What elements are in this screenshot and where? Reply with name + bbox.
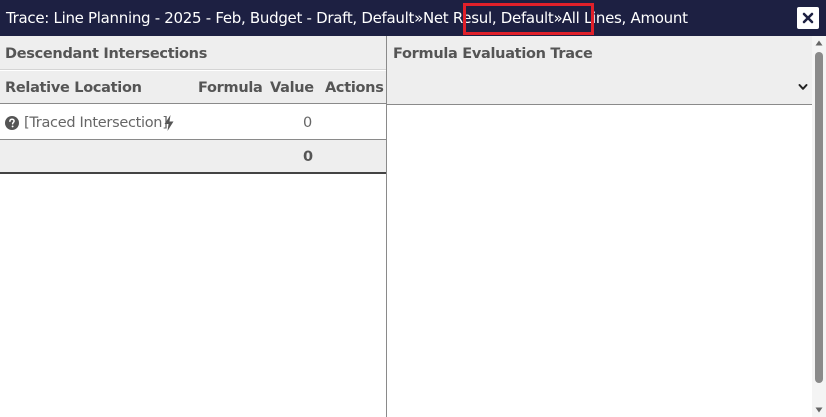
close-button[interactable]	[797, 7, 819, 29]
dialog-titlebar: Trace: Line Planning - 2025 - Feb, Budge…	[0, 0, 826, 36]
column-header-actions[interactable]: Actions	[325, 80, 384, 96]
descendant-intersections-title: Descendant Intersections	[0, 36, 386, 70]
question-circle-icon[interactable]	[5, 116, 19, 130]
column-header-relative-location[interactable]: Relative Location	[5, 80, 142, 96]
table-row[interactable]: [Traced Intersection] 0	[0, 105, 386, 140]
column-header-value[interactable]: Value	[270, 80, 314, 96]
vertical-scrollbar[interactable]	[812, 36, 826, 417]
dialog-title-suffix: Amount	[626, 9, 688, 27]
total-value: 0	[303, 149, 314, 165]
scroll-up-arrow-icon[interactable]	[815, 39, 823, 47]
scrollbar-thumb[interactable]	[815, 52, 823, 383]
scroll-down-arrow-icon[interactable]	[815, 406, 823, 414]
dialog-title-highlighted-segment: , Default»All Lines,	[491, 9, 627, 27]
lightning-bolt-icon[interactable]	[164, 115, 174, 131]
column-header-formula[interactable]: Formula	[198, 80, 263, 96]
close-icon	[802, 12, 814, 24]
dialog-title-prefix: Trace: Line Planning - 2025 - Feb, Budge…	[6, 9, 492, 27]
traced-intersection-link[interactable]: [Traced Intersection]	[24, 115, 168, 131]
descendant-intersections-pane: Descendant Intersections Relative Locati…	[0, 36, 386, 417]
row-value: 0	[303, 115, 312, 131]
column-header-row: Relative Location Formula Value Actions	[0, 71, 386, 104]
chevron-down-icon[interactable]	[797, 81, 809, 93]
formula-evaluation-trace-title: Formula Evaluation Trace	[393, 46, 593, 62]
formula-evaluation-trace-header: Formula Evaluation Trace	[387, 36, 812, 105]
formula-evaluation-trace-pane: Formula Evaluation Trace	[387, 36, 812, 417]
total-row: 0	[0, 140, 386, 174]
dialog-title: Trace: Line Planning - 2025 - Feb, Budge…	[6, 9, 688, 27]
